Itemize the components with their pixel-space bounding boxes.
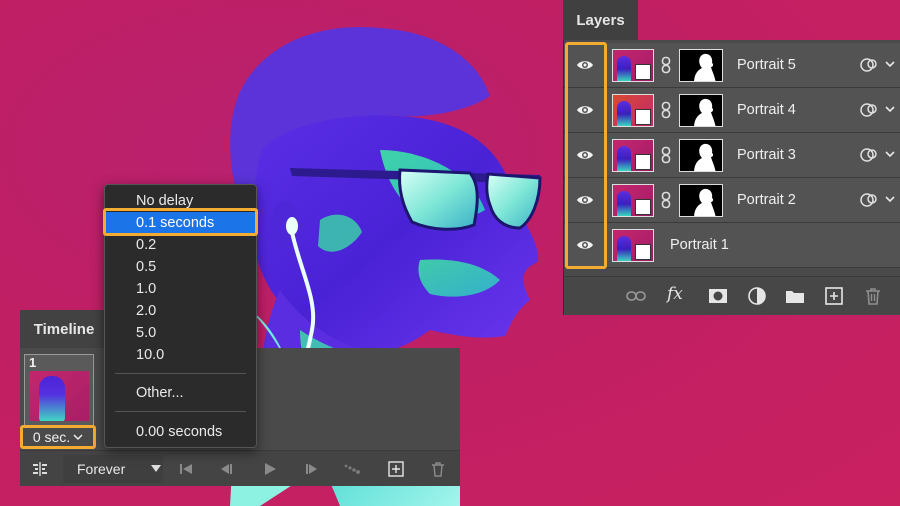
layer-row-portrait-3[interactable]: Portrait 3 (564, 133, 900, 178)
play-icon[interactable] (262, 461, 278, 477)
smart-object-icon (635, 64, 651, 80)
chain-link-icon[interactable] (661, 56, 671, 74)
layer-name: Portrait 1 (670, 237, 729, 253)
duplicate-frame-icon[interactable] (388, 461, 404, 477)
layer-mask-thumbnail[interactable] (679, 94, 723, 127)
chevron-down-icon[interactable] (884, 148, 896, 160)
menu-item-0-1-seconds[interactable]: 0.1 seconds (105, 212, 256, 233)
previous-frame-icon[interactable] (218, 461, 234, 477)
layers-tab-label: Layers (576, 11, 625, 29)
chain-link-icon[interactable] (661, 146, 671, 164)
eye-icon[interactable] (576, 192, 594, 208)
frame-delay-value: 0 sec. (32, 429, 71, 445)
layer-thumbnail[interactable] (612, 94, 654, 127)
tab-layers[interactable]: Layers (563, 0, 638, 40)
layer-row-portrait-4[interactable]: Portrait 4 (564, 88, 900, 133)
layer-mask-thumbnail[interactable] (679, 139, 723, 172)
timeline-controls: Forever (20, 450, 460, 486)
smart-object-icon (635, 244, 651, 260)
eye-icon[interactable] (576, 147, 594, 163)
menu-item-2-0[interactable]: 2.0 (105, 300, 256, 321)
menu-item-10-0[interactable]: 10.0 (105, 344, 256, 365)
eye-icon[interactable] (576, 237, 594, 253)
menu-item-1-0[interactable]: 1.0 (105, 278, 256, 299)
layer-effects-icon[interactable] (860, 147, 878, 163)
smart-object-icon (635, 199, 651, 215)
layer-name: Portrait 2 (737, 192, 796, 208)
new-group-icon[interactable] (785, 286, 805, 306)
layer-effects-icon[interactable] (860, 192, 878, 208)
loop-option-value: Forever (77, 461, 126, 477)
convert-to-video-timeline-icon[interactable] (32, 461, 48, 477)
frame-thumbnail (29, 371, 89, 421)
chain-link-icon[interactable] (661, 191, 671, 209)
menu-item-no-delay[interactable]: No delay (105, 190, 256, 211)
layer-mask-thumbnail[interactable] (679, 49, 723, 82)
tween-icon[interactable] (344, 461, 360, 477)
smart-object-icon (635, 109, 651, 125)
menu-divider (115, 411, 246, 412)
menu-item-5-0[interactable]: 5.0 (105, 322, 256, 343)
layer-effects-icon[interactable] (860, 57, 878, 73)
layer-thumbnail[interactable] (612, 184, 654, 217)
new-layer-icon[interactable] (824, 286, 844, 306)
layer-row-portrait-5[interactable]: Portrait 5 (564, 43, 900, 88)
timeline-tab-label: Timeline (33, 320, 95, 338)
menu-item-current-delay[interactable]: 0.00 seconds (105, 421, 256, 442)
add-mask-icon[interactable] (708, 286, 728, 306)
next-frame-icon[interactable] (304, 461, 320, 477)
animation-frame[interactable]: 1 (24, 354, 94, 429)
menu-divider (115, 373, 246, 374)
menu-item-0-5[interactable]: 0.5 (105, 256, 256, 277)
chevron-down-icon[interactable] (884, 58, 896, 70)
eye-icon[interactable] (576, 102, 594, 118)
chevron-down-icon[interactable] (884, 103, 896, 115)
frame-delay-menu: No delay 0.1 seconds 0.2 0.5 1.0 2.0 5.0… (104, 184, 257, 448)
frame-delay-dropdown[interactable]: 0 sec. (20, 425, 96, 449)
menu-item-other[interactable]: Other... (105, 382, 256, 403)
layers-panel: Portrait 5 Portrait 4 Portrait 3 Portrai… (563, 40, 900, 315)
loop-options-select[interactable]: Forever (63, 455, 163, 483)
layer-name: Portrait 4 (737, 102, 796, 118)
layer-thumbnail[interactable] (612, 49, 654, 82)
layer-thumbnail[interactable] (612, 229, 654, 262)
trash-icon[interactable] (863, 286, 883, 306)
first-frame-icon[interactable] (178, 461, 194, 477)
layer-row-portrait-2[interactable]: Portrait 2 (564, 178, 900, 223)
caret-down-icon (151, 465, 161, 472)
chain-link-icon[interactable] (661, 101, 671, 119)
layer-row-portrait-1[interactable]: Portrait 1 (564, 223, 900, 268)
layer-mask-thumbnail[interactable] (679, 184, 723, 217)
eye-icon[interactable] (576, 57, 594, 73)
layer-effects-icon[interactable] (860, 102, 878, 118)
layer-name: Portrait 3 (737, 147, 796, 163)
link-layers-icon[interactable] (626, 286, 646, 306)
fx-icon[interactable]: fx (667, 284, 687, 304)
chevron-down-icon[interactable] (884, 193, 896, 205)
layers-footer-toolbar: fx (564, 276, 900, 315)
layer-thumbnail[interactable] (612, 139, 654, 172)
tab-timeline[interactable]: Timeline (20, 310, 108, 348)
smart-object-icon (635, 154, 651, 170)
chevron-down-icon (73, 434, 83, 441)
frame-number: 1 (29, 355, 37, 370)
trash-icon[interactable] (430, 461, 446, 477)
adjustment-layer-icon[interactable] (747, 286, 767, 306)
menu-item-0-2[interactable]: 0.2 (105, 234, 256, 255)
layer-name: Portrait 5 (737, 57, 796, 73)
